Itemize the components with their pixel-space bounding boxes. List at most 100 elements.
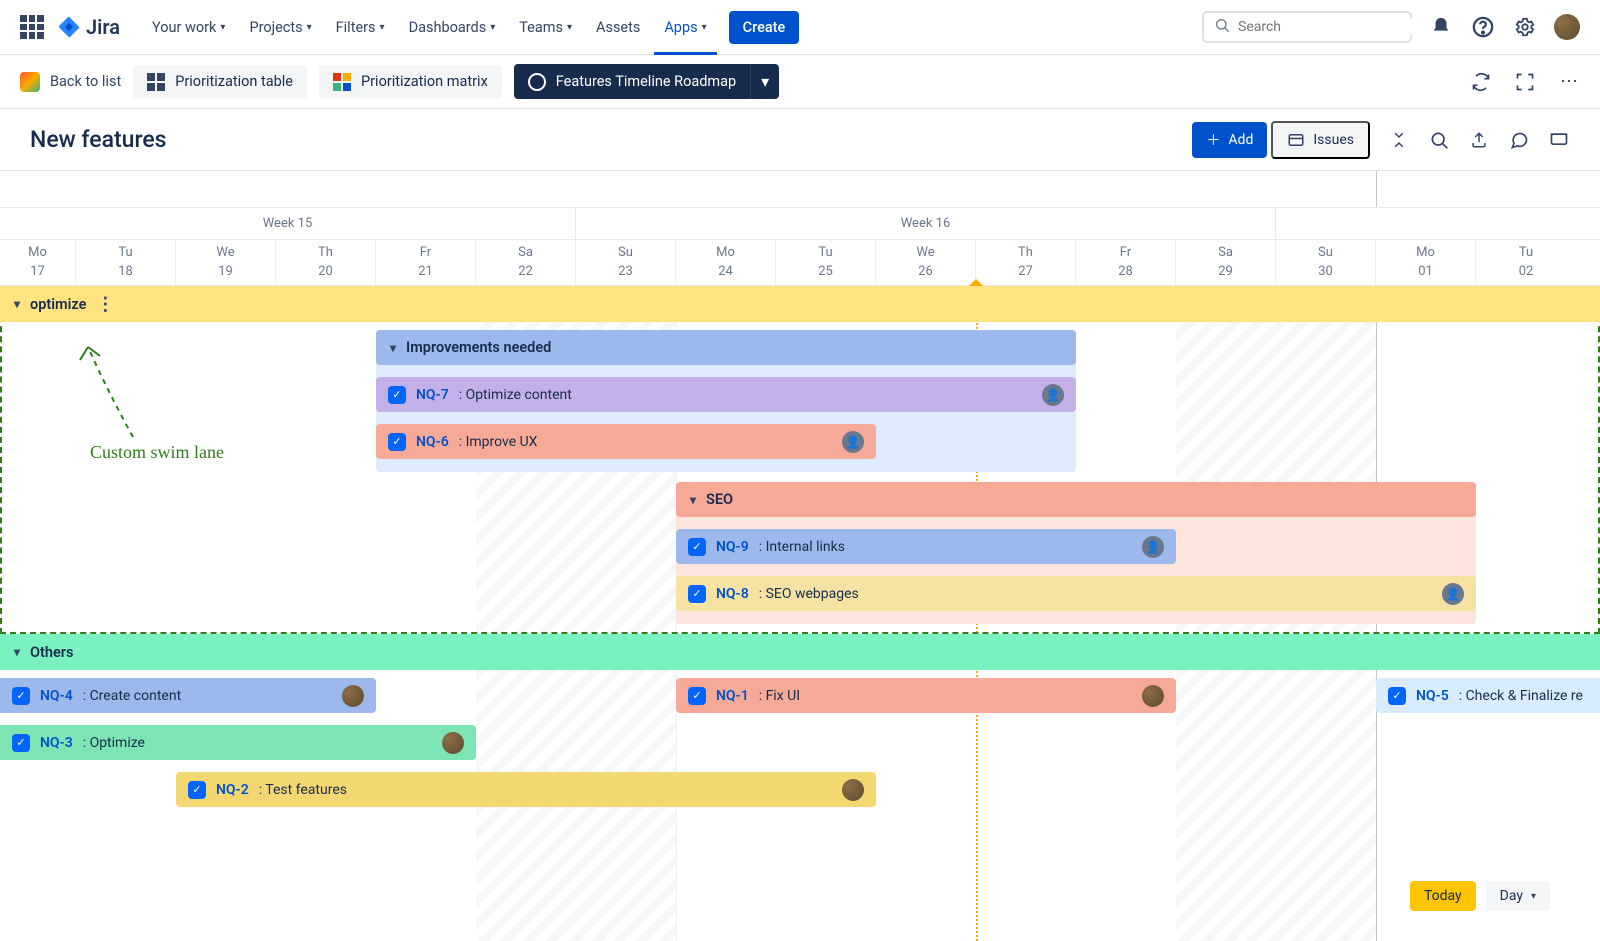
assignee-avatar[interactable]: 👤: [1442, 583, 1464, 605]
today-button[interactable]: Today: [1410, 881, 1476, 911]
group-header-improvements[interactable]: ▾ Improvements needed: [376, 330, 1076, 365]
back-to-list-link[interactable]: Back to list: [20, 72, 121, 92]
task-icon: ✓: [688, 585, 706, 603]
zoom-dropdown[interactable]: Day▾: [1486, 881, 1550, 911]
task-icon: ✓: [388, 433, 406, 451]
day-label: Tu02: [1476, 240, 1576, 285]
view-prioritization-table[interactable]: Prioritization table: [133, 65, 307, 99]
day-label: Fr28: [1076, 240, 1176, 285]
annotation-arrow-icon: [78, 342, 148, 442]
user-avatar[interactable]: [1554, 14, 1580, 40]
day-label: Tu18: [76, 240, 176, 285]
chevron-down-icon: ▾: [220, 22, 225, 33]
issue-bar-nq2[interactable]: ✓ NQ-2 : Test features: [176, 772, 876, 807]
assignee-avatar[interactable]: 👤: [842, 431, 864, 453]
plus-icon: ＋: [1206, 130, 1220, 150]
day-label: Tu25: [776, 240, 876, 285]
task-icon: ✓: [12, 734, 30, 752]
more-icon[interactable]: ⋯: [1558, 71, 1580, 93]
nav-your-work[interactable]: Your work▾: [142, 13, 235, 42]
assignee-avatar[interactable]: [842, 779, 864, 801]
week-header-row: Week 15 Week 16: [0, 208, 1600, 240]
swimlane-header-optimize[interactable]: ▾ optimize ⋮: [0, 286, 1600, 322]
assignee-avatar[interactable]: 👤: [1042, 384, 1064, 406]
issue-bar-nq3[interactable]: ✓ NQ-3 : Optimize: [0, 725, 476, 760]
chevron-down-icon: ▾: [390, 341, 396, 355]
nav-dashboards[interactable]: Dashboards▾: [399, 13, 506, 42]
nav-apps[interactable]: Apps▾: [654, 0, 716, 55]
bulb-icon: [528, 73, 546, 91]
create-button[interactable]: Create: [729, 11, 800, 44]
nav-projects[interactable]: Projects▾: [239, 13, 321, 42]
settings-icon[interactable]: [1512, 14, 1538, 40]
app-switcher-icon[interactable]: [20, 15, 44, 39]
top-nav: Jira Your work▾ Projects▾ Filters▾ Dashb…: [0, 0, 1600, 55]
search-icon[interactable]: [1428, 129, 1450, 151]
nav-assets[interactable]: Assets: [586, 13, 650, 42]
add-button[interactable]: ＋ Add: [1192, 122, 1267, 158]
view-roadmap-split: Features Timeline Roadmap ▾: [514, 64, 779, 99]
assignee-avatar[interactable]: [1142, 685, 1164, 707]
jira-logo-text: Jira: [86, 15, 120, 39]
day-label: We19: [176, 240, 276, 285]
bottom-controls: Today Day▾: [1410, 881, 1550, 911]
chevron-down-icon: ▾: [14, 645, 20, 659]
toolbar: Back to list Prioritization table Priori…: [0, 55, 1600, 109]
group-header-seo[interactable]: ▾ SEO: [676, 482, 1476, 517]
share-icon[interactable]: [1468, 129, 1490, 151]
fullscreen-icon[interactable]: [1514, 71, 1536, 93]
swimlane-header-others[interactable]: ▾ Others: [0, 634, 1600, 670]
issues-button[interactable]: Issues: [1271, 121, 1370, 159]
task-icon: ✓: [12, 687, 30, 705]
notifications-icon[interactable]: [1428, 14, 1454, 40]
table-icon: [147, 73, 165, 91]
present-icon[interactable]: [1548, 129, 1570, 151]
day-label: Mo01: [1376, 240, 1476, 285]
view-prioritization-matrix[interactable]: Prioritization matrix: [319, 65, 502, 99]
more-icon[interactable]: ⋮: [96, 294, 114, 315]
week-label: Week 16: [576, 208, 1276, 239]
matrix-icon: [333, 73, 351, 91]
day-label: Th27: [976, 240, 1076, 285]
annotation-text: Custom swim lane: [90, 442, 224, 463]
chevron-down-icon: ▾: [380, 22, 385, 33]
nav-teams[interactable]: Teams▾: [509, 13, 582, 42]
issue-bar-nq1[interactable]: ✓ NQ-1 : Fix UI: [676, 678, 1176, 713]
board-icon: [20, 72, 40, 92]
issue-bar-nq5[interactable]: ✓ NQ-5 : Check & Finalize re: [1376, 678, 1600, 713]
comment-icon[interactable]: [1508, 129, 1530, 151]
week-label: Week 15: [0, 208, 576, 239]
view-roadmap[interactable]: Features Timeline Roadmap: [514, 64, 750, 99]
timeline: Week 15 Week 16 Mo17 Tu18 We19 Th20 Fr21…: [0, 171, 1600, 941]
refresh-icon[interactable]: [1470, 71, 1492, 93]
task-icon: ✓: [1388, 687, 1406, 705]
task-icon: ✓: [688, 687, 706, 705]
issue-bar-nq6[interactable]: ✓ NQ-6 : Improve UX 👤: [376, 424, 876, 459]
issue-bar-nq9[interactable]: ✓ NQ-9 : Internal links 👤: [676, 529, 1176, 564]
collapse-icon[interactable]: [1388, 129, 1410, 151]
timeline-blank-row: [0, 171, 1600, 208]
issue-bar-nq8[interactable]: ✓ NQ-8 : SEO webpages 👤: [676, 576, 1476, 611]
help-icon[interactable]: [1470, 14, 1496, 40]
view-roadmap-dropdown[interactable]: ▾: [750, 64, 779, 99]
chevron-down-icon: ▾: [567, 22, 572, 33]
task-icon: ✓: [688, 538, 706, 556]
swimlane-body-optimize: Custom swim lane ▾ Improvements needed ✓…: [0, 322, 1600, 634]
jira-logo[interactable]: Jira: [58, 15, 120, 39]
day-label: Sa29: [1176, 240, 1276, 285]
assignee-avatar[interactable]: [342, 685, 364, 707]
day-label: Mo24: [676, 240, 776, 285]
page-header: New features ＋ Add Issues: [0, 109, 1600, 171]
nav-filters[interactable]: Filters▾: [326, 13, 395, 42]
issue-bar-nq4[interactable]: ✓ NQ-4 : Create content: [0, 678, 376, 713]
assignee-avatar[interactable]: 👤: [1142, 536, 1164, 558]
search-input[interactable]: [1202, 11, 1412, 43]
assignee-avatar[interactable]: [442, 732, 464, 754]
day-label: Su23: [576, 240, 676, 285]
day-label: Sa22: [476, 240, 576, 285]
week-label: [1276, 208, 1600, 239]
day-label: Th20: [276, 240, 376, 285]
page-title: New features: [30, 126, 167, 153]
header-actions: ＋ Add Issues: [1192, 121, 1570, 159]
issue-bar-nq7[interactable]: ✓ NQ-7 : Optimize content 👤: [376, 377, 1076, 412]
